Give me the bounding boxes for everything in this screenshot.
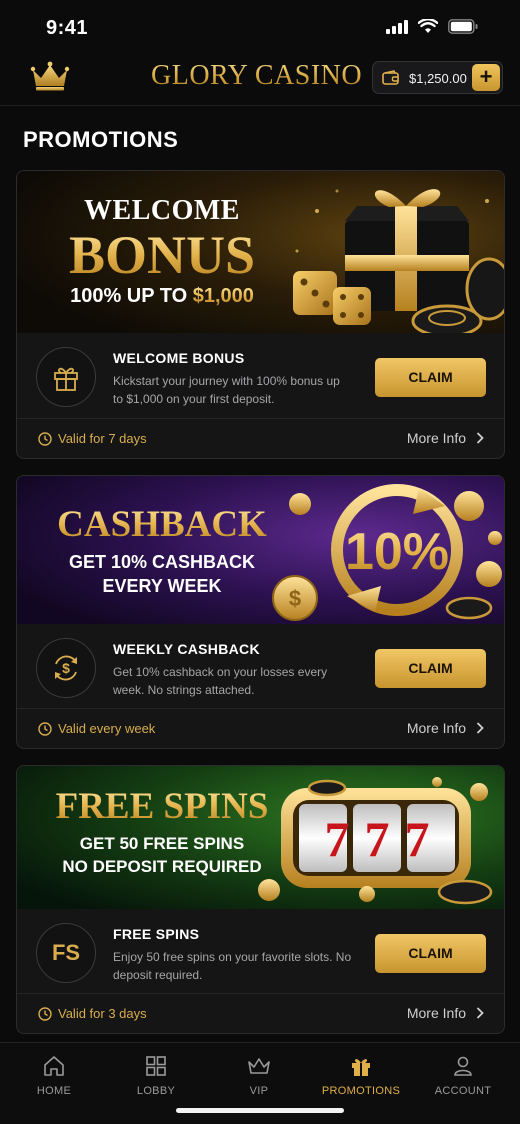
nav-item-promotions[interactable]: PROMOTIONS bbox=[309, 1043, 413, 1105]
promo-desc-welcome: Kickstart your journey with 100% bonus u… bbox=[113, 374, 340, 406]
promo-icon-cashback: $ bbox=[36, 638, 96, 698]
validity-cashback: Valid every week bbox=[38, 721, 155, 736]
battery-icon bbox=[448, 19, 478, 34]
promo-footer-free-spins: Valid for 3 days More Info bbox=[17, 993, 504, 1033]
banner-cashback-badge: 10% bbox=[335, 522, 459, 582]
banner-free-spins-line1: FREE SPINS bbox=[47, 786, 277, 828]
banner-cashback-line1: CASHBACK bbox=[47, 504, 277, 546]
status-icons bbox=[386, 19, 478, 34]
validity-text-welcome: Valid for 7 days bbox=[58, 431, 147, 446]
signal-icon bbox=[386, 19, 408, 34]
nav-item-lobby[interactable]: LOBBY bbox=[104, 1043, 208, 1105]
cashback-icon: $ bbox=[55, 655, 77, 681]
svg-text:$: $ bbox=[289, 586, 301, 611]
promo-icon-welcome bbox=[36, 347, 96, 407]
claim-button-welcome[interactable]: CLAIM bbox=[375, 358, 486, 397]
more-info-link-welcome[interactable]: More Info bbox=[407, 430, 484, 446]
more-info-label: More Info bbox=[406, 720, 466, 736]
brand-title: GLORY CASINO bbox=[151, 60, 363, 91]
nav-item-account[interactable]: ACCOUNT bbox=[411, 1043, 515, 1105]
crown-icon bbox=[248, 1058, 270, 1074]
promo-card-free-spins: 777 FREE SPINS GET 50 FREE SPINS NO DEPO… bbox=[16, 765, 505, 1034]
chevron-right-icon bbox=[476, 432, 484, 444]
promo-card-weekly-cashback: $ 10% CASHBACK GET 10% CASHBACK EVERY WE… bbox=[16, 475, 505, 749]
more-info-link-free-spins[interactable]: More Info bbox=[407, 1005, 484, 1021]
banner-welcome-prefix: 100% UP TO bbox=[70, 285, 193, 307]
banner-free-spins-line2: GET 50 FREE SPINS bbox=[79, 834, 245, 853]
home-indicator[interactable] bbox=[176, 1108, 344, 1113]
banner-free-spins-text: FREE SPINS GET 50 FREE SPINS NO DEPOSIT … bbox=[47, 786, 277, 878]
promo-info-cashback: $ WEEKLY CASHBACK Get 10% cashback on yo… bbox=[17, 624, 504, 708]
clock-icon bbox=[38, 721, 52, 736]
banner-cashback-line3: EVERY WEEK bbox=[102, 576, 222, 596]
promo-icon-free-spins: FS bbox=[36, 923, 96, 983]
promo-info-welcome: WELCOME BONUS Kickstart your journey wit… bbox=[17, 333, 504, 417]
grid-icon bbox=[146, 1056, 166, 1076]
chevron-right-icon bbox=[476, 1007, 484, 1019]
claim-button-free-spins[interactable]: CLAIM bbox=[375, 934, 486, 973]
balance-pill[interactable]: $1,250.00 + bbox=[372, 61, 503, 94]
status-time: 9:41 bbox=[46, 17, 89, 39]
nav-label-promotions: PROMOTIONS bbox=[321, 1085, 401, 1097]
more-info-label: More Info bbox=[406, 430, 466, 446]
validity-free-spins: Valid for 3 days bbox=[38, 1006, 147, 1021]
promo-desc-cashback: Get 10% cashback on your losses every we… bbox=[113, 665, 328, 697]
clock-icon bbox=[38, 431, 52, 446]
home-icon bbox=[44, 1056, 64, 1076]
banner-welcome-line3: 100% UP TO $1,000 bbox=[37, 285, 287, 308]
fs-badge-text: FS bbox=[51, 940, 81, 965]
add-funds-button[interactable]: + bbox=[472, 64, 500, 91]
validity-welcome: Valid for 7 days bbox=[38, 431, 147, 446]
app-header: GLORY CASINO $1,250.00 + bbox=[0, 56, 520, 106]
wallet-icon bbox=[382, 70, 399, 85]
wifi-icon bbox=[418, 19, 438, 33]
nav-item-vip[interactable]: VIP bbox=[207, 1043, 311, 1105]
banner-welcome-line2: BONUS bbox=[37, 227, 287, 283]
banner-reel-text: 777 bbox=[324, 811, 445, 867]
nav-label-lobby: LOBBY bbox=[136, 1085, 176, 1097]
crown-logo-icon[interactable] bbox=[30, 60, 70, 92]
promo-footer-welcome: Valid for 7 days More Info bbox=[17, 418, 504, 458]
promo-name-welcome: WELCOME BONUS bbox=[113, 350, 245, 366]
banner-welcome-text: WELCOME BONUS 100% UP TO $1,000 bbox=[37, 195, 287, 308]
promo-name-cashback: WEEKLY CASHBACK bbox=[113, 641, 260, 657]
balance-value: $1,250.00 bbox=[409, 71, 467, 86]
claim-button-cashback[interactable]: CLAIM bbox=[375, 649, 486, 688]
banner-welcome-amount: $1,000 bbox=[192, 285, 254, 307]
nav-item-home[interactable]: HOME bbox=[2, 1043, 106, 1105]
page-title: PROMOTIONS bbox=[23, 127, 179, 152]
promo-banner-cashback[interactable]: $ 10% CASHBACK GET 10% CASHBACK EVERY WE… bbox=[17, 476, 504, 624]
user-icon bbox=[454, 1056, 472, 1076]
svg-text:$: $ bbox=[62, 660, 70, 676]
promo-card-welcome-bonus: WELCOME BONUS 100% UP TO $1,000 WELCOME … bbox=[16, 170, 505, 459]
gift-icon bbox=[352, 1059, 370, 1076]
validity-text-cashback: Valid every week bbox=[58, 721, 156, 736]
gift-icon bbox=[54, 367, 78, 391]
promo-banner-free-spins[interactable]: 777 FREE SPINS GET 50 FREE SPINS NO DEPO… bbox=[17, 766, 504, 909]
validity-text-free-spins: Valid for 3 days bbox=[58, 1006, 147, 1021]
status-bar: 9:41 bbox=[0, 0, 520, 56]
promo-banner-welcome[interactable]: WELCOME BONUS 100% UP TO $1,000 bbox=[17, 171, 504, 333]
more-info-label: More Info bbox=[406, 1005, 466, 1021]
promo-footer-cashback: Valid every week More Info bbox=[17, 708, 504, 748]
chevron-right-icon bbox=[476, 722, 484, 734]
banner-welcome-line1: WELCOME bbox=[84, 195, 240, 226]
clock-icon bbox=[38, 1006, 52, 1021]
banner-cashback-line2: GET 10% CASHBACK bbox=[68, 552, 256, 572]
nav-label-account: ACCOUNT bbox=[434, 1085, 492, 1097]
more-info-link-cashback[interactable]: More Info bbox=[407, 720, 484, 736]
promo-info-free-spins: FS FREE SPINS Enjoy 50 free spins on you… bbox=[17, 909, 504, 993]
promo-name-free-spins: FREE SPINS bbox=[113, 926, 200, 942]
nav-label-vip: VIP bbox=[249, 1085, 269, 1097]
banner-cashback-text: CASHBACK GET 10% CASHBACK EVERY WEEK bbox=[47, 504, 277, 598]
nav-label-home: HOME bbox=[36, 1085, 72, 1097]
banner-free-spins-line3: NO DEPOSIT REQUIRED bbox=[62, 857, 262, 876]
promo-desc-free-spins: Enjoy 50 free spins on your favorite slo… bbox=[113, 950, 352, 982]
